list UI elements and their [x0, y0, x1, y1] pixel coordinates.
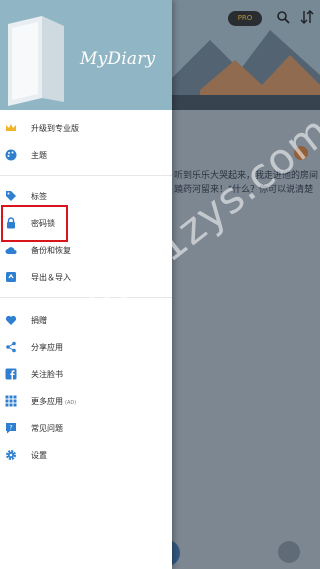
drawer-header: MyDiary [0, 0, 172, 110]
gear-icon [6, 450, 16, 460]
heart-icon [5, 315, 17, 325]
drawer-item-label: 主题 [31, 150, 47, 160]
ad-tag: (AD) [65, 399, 77, 406]
drawer-item-label: 导出＆导入 [31, 272, 71, 282]
drawer-item-label: 捐赠 [31, 315, 47, 325]
highlight-box [1, 205, 68, 242]
drawer-item-settings[interactable]: 设置 [0, 441, 172, 469]
tag-icon [6, 191, 16, 201]
grid-icon [5, 395, 17, 407]
facebook-icon [5, 368, 17, 380]
drawer-item-label: 设置 [31, 450, 47, 460]
app-logo: MyDiary [80, 49, 156, 69]
drawer-item-label: 更多应用 (AD) [31, 396, 77, 406]
navigation-drawer: MyDiary 升级到专业版 主题 标签 密码锁 备份和恢复 导出＆导入 捐赠 … [0, 0, 172, 569]
drawer-item-label: 升级到专业版 [31, 123, 79, 133]
drawer-item-export-import[interactable]: 导出＆导入 [0, 263, 172, 291]
drawer-item-more-apps[interactable]: 更多应用 (AD) [0, 387, 172, 415]
drawer-item-label: 标签 [31, 191, 47, 201]
crown-icon [6, 124, 16, 131]
drawer-item-label: 关注脸书 [31, 369, 63, 379]
palette-icon [5, 149, 17, 161]
drawer-divider [0, 297, 172, 298]
drawer-item-upgrade[interactable]: 升级到专业版 [0, 114, 172, 142]
share-icon [6, 341, 16, 353]
drawer-item-theme[interactable]: 主题 [0, 141, 172, 169]
drawer-item-faq[interactable]: ? 常见问题 [0, 414, 172, 442]
drawer-item-label: 分享应用 [31, 342, 63, 352]
import-export-icon [6, 272, 16, 282]
drawer-item-facebook[interactable]: 关注脸书 [0, 360, 172, 388]
drawer-item-donate[interactable]: 捐赠 [0, 306, 172, 334]
book-illustration-icon [8, 16, 64, 106]
drawer-item-label: 备份和恢复 [31, 245, 71, 255]
drawer-item-label: 常见问题 [31, 423, 63, 433]
cloud-icon [5, 247, 17, 254]
svg-text:?: ? [9, 424, 12, 432]
help-icon: ? [6, 423, 16, 434]
drawer-divider [0, 175, 172, 176]
drawer-item-share[interactable]: 分享应用 [0, 333, 172, 361]
